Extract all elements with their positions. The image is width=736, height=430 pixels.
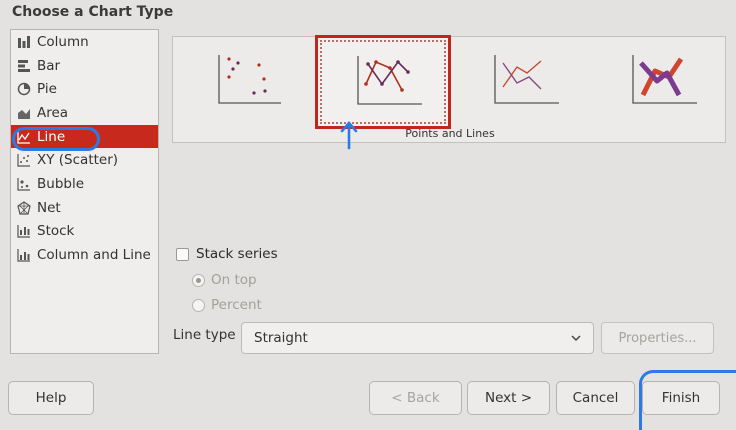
chart-type-pie[interactable]: Pie — [11, 77, 158, 101]
pie-chart-icon — [17, 82, 31, 96]
dialog-title: Choose a Chart Type — [12, 4, 174, 20]
percent-option[interactable]: Percent — [192, 297, 262, 313]
column-line-chart-icon — [17, 248, 31, 262]
bar-chart-icon — [17, 59, 31, 73]
chart-type-area[interactable]: Area — [11, 101, 158, 125]
chart-type-label: Area — [37, 104, 69, 121]
chart-type-bar[interactable]: Bar — [11, 54, 158, 78]
chart-type-label: Net — [37, 199, 61, 216]
stack-series-label: Stack series — [196, 246, 278, 262]
chart-type-column-and-line[interactable]: Column and Line — [11, 243, 158, 267]
chart-variant-gallery: Points and Lines — [172, 35, 729, 143]
column-chart-icon — [17, 35, 31, 49]
chart-type-label: Pie — [37, 81, 57, 98]
variant-points-and-lines[interactable] — [315, 35, 451, 129]
help-button[interactable]: Help — [8, 381, 94, 415]
percent-label: Percent — [211, 297, 262, 313]
stack-series-checkbox[interactable] — [176, 247, 189, 261]
arrow-annotation-icon — [340, 121, 358, 150]
chart-type-label: Stock — [37, 223, 75, 240]
chart-type-column[interactable]: Column — [11, 30, 158, 54]
chart-type-stock[interactable]: Stock — [11, 220, 158, 244]
line-type-value: Straight — [254, 330, 308, 346]
finish-button[interactable]: Finish — [642, 381, 720, 415]
net-chart-icon — [17, 200, 31, 215]
chart-type-bubble[interactable]: Bubble — [11, 172, 158, 196]
stack-series-option[interactable]: Stack series — [176, 246, 278, 262]
variant-caption: Points and Lines — [405, 127, 495, 140]
line-chart-icon — [17, 130, 31, 144]
scatter-chart-icon — [17, 153, 31, 167]
area-chart-icon — [17, 106, 31, 120]
chart-type-label: Bubble — [37, 175, 85, 192]
chart-type-label: Bar — [37, 57, 61, 74]
variant-points-only[interactable] — [181, 37, 317, 133]
variant-lines-only[interactable] — [455, 37, 591, 133]
on-top-label: On top — [211, 272, 257, 288]
bubble-chart-icon — [17, 177, 31, 191]
line-type-label: Line type — [173, 327, 236, 343]
percent-radio[interactable] — [192, 298, 205, 312]
cancel-button[interactable]: Cancel — [556, 381, 635, 415]
back-button[interactable]: < Back — [369, 381, 462, 415]
stock-chart-icon — [17, 224, 31, 238]
on-top-option[interactable]: On top — [192, 272, 257, 288]
chart-type-line[interactable]: Line — [11, 124, 158, 149]
chart-type-label: Line — [37, 128, 66, 145]
chevron-down-icon — [571, 335, 581, 342]
line-type-select[interactable]: Straight — [241, 322, 594, 354]
chart-type-label: Column — [37, 33, 89, 50]
next-button[interactable]: Next > — [467, 381, 550, 415]
chart-type-label: Column and Line — [37, 247, 151, 264]
properties-button[interactable]: Properties... — [601, 322, 714, 354]
chart-type-scatter[interactable]: XY (Scatter) — [11, 148, 158, 172]
variant-3d-lines[interactable] — [593, 37, 729, 133]
chart-type-label: XY (Scatter) — [37, 152, 119, 169]
chart-type-list[interactable]: Column Bar Pie Area Line XY (Scatter) Bu… — [10, 29, 159, 354]
on-top-radio[interactable] — [192, 273, 205, 287]
chart-type-net[interactable]: Net — [11, 196, 158, 220]
